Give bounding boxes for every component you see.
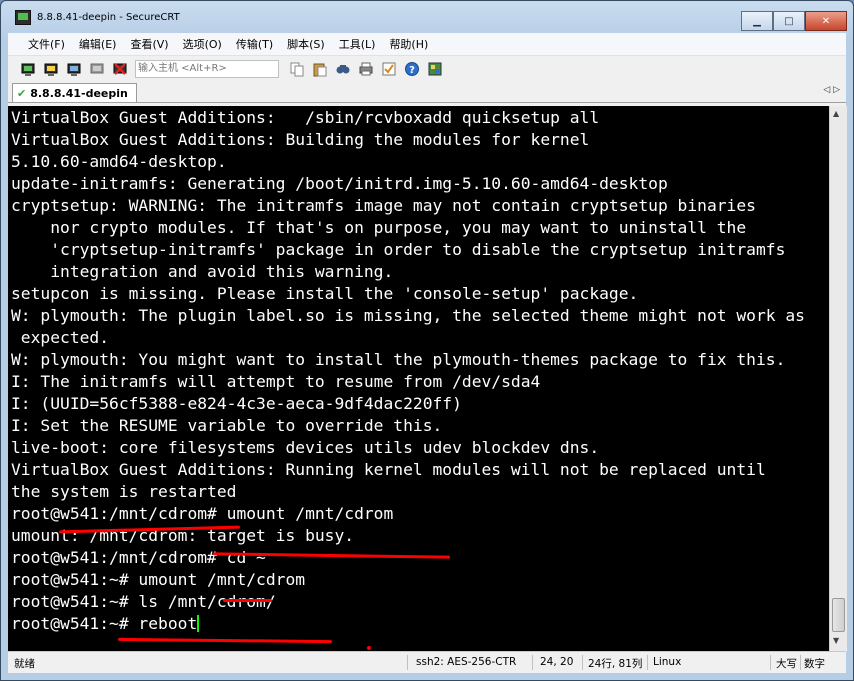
- terminal-line: nor crypto modules. If that's on purpose…: [11, 218, 747, 237]
- scroll-down-arrow-icon[interactable]: ▼: [833, 636, 839, 645]
- window-title: 8.8.8.41-deepin - SecureCRT: [37, 11, 180, 23]
- securecrt-window: 8.8.8.41-deepin - SecureCRT ▁ □ ✕ 文件(F) …: [0, 0, 854, 681]
- terminal-line: live-boot: core filesystems devices util…: [11, 438, 600, 457]
- terminal-line: root@w541:~# reboot: [11, 613, 805, 635]
- toolbar: 输入主机 <Alt+R> ?: [8, 55, 846, 82]
- terminal-cursor: [197, 615, 200, 632]
- terminal-line: root@w541:~# umount /mnt/cdrom: [11, 570, 306, 589]
- session-tab[interactable]: ✔ 8.8.8.41-deepin: [12, 83, 137, 102]
- minimize-button[interactable]: ▁: [741, 11, 773, 31]
- annotation-underline: [117, 637, 333, 644]
- terminal-line: I: The initramfs will attempt to resume …: [11, 372, 541, 391]
- options-icon[interactable]: [381, 61, 397, 77]
- terminal-line: W: plymouth: The plugin label.so is miss…: [11, 306, 805, 325]
- securecrt-app-icon: [15, 9, 31, 25]
- status-terminal-size: 24行, 81列: [588, 658, 643, 670]
- status-divider: [770, 655, 771, 670]
- client-area: 文件(F) 编辑(E) 查看(V) 选项(O) 传输(T) 脚本(S) 工具(L…: [8, 33, 847, 673]
- menu-view[interactable]: 查看(V): [130, 36, 168, 52]
- svg-text:?: ?: [409, 65, 415, 76]
- terminal-line: I: (UUID=56cf5388-e824-4c3e-aeca-9df4dac…: [11, 394, 462, 413]
- close-button[interactable]: ✕: [805, 11, 847, 31]
- terminal-view[interactable]: VirtualBox Guest Additions: /sbin/rcvbox…: [8, 106, 829, 652]
- terminal-line: update-initramfs: Generating /boot/initr…: [11, 174, 668, 193]
- menu-help[interactable]: 帮助(H): [389, 36, 428, 52]
- terminal-scrollbar[interactable]: ▲ ▼: [829, 106, 847, 652]
- status-caps-lock: 大写: [776, 658, 797, 670]
- menu-transfer[interactable]: 传输(T): [236, 36, 273, 52]
- menu-edit[interactable]: 编辑(E): [79, 36, 117, 52]
- status-divider: [647, 655, 648, 670]
- status-divider: [532, 655, 533, 670]
- paste-icon[interactable]: [312, 61, 328, 77]
- session-tab-bar: ✔ 8.8.8.41-deepin ◁ ▷: [8, 82, 846, 103]
- status-bar: 就绪 ssh2: AES-256-CTR 24, 20 24行, 81列 Lin…: [8, 651, 846, 673]
- terminal-line: VirtualBox Guest Additions: Building the…: [11, 130, 590, 149]
- terminal-line: root@w541:/mnt/cdrom# umount /mnt/cdrom: [11, 504, 394, 523]
- menu-options[interactable]: 选项(O): [183, 36, 222, 52]
- tab-scroll-arrows[interactable]: ◁ ▷: [823, 85, 840, 95]
- terminal-line: expected.: [11, 328, 110, 347]
- terminal-prompt-line: root@w541:~# reboot: [11, 614, 198, 633]
- status-divider: [407, 655, 408, 670]
- terminal-line: I: Set the RESUME variable to override t…: [11, 416, 443, 435]
- scroll-up-arrow-icon[interactable]: ▲: [833, 109, 839, 118]
- status-cursor-position: 24, 20: [540, 656, 574, 668]
- disconnect-icon[interactable]: [89, 61, 105, 77]
- terminal-line: VirtualBox Guest Additions: /sbin/rcvbox…: [11, 108, 600, 127]
- menu-script[interactable]: 脚本(S): [287, 36, 325, 52]
- help-icon[interactable]: ?: [404, 61, 420, 77]
- maximize-button[interactable]: □: [773, 11, 805, 31]
- copy-icon[interactable]: [289, 61, 305, 77]
- quick-connect-icon[interactable]: [43, 61, 59, 77]
- terminal-line: integration and avoid this warning.: [11, 262, 394, 281]
- terminal-line: the system is restarted: [11, 482, 237, 501]
- menu-file[interactable]: 文件(F): [28, 36, 65, 52]
- terminal-line: 'cryptsetup-initramfs' package in order …: [11, 240, 786, 259]
- connect-icon[interactable]: [20, 61, 36, 77]
- disconnect-all-icon[interactable]: [112, 61, 128, 77]
- status-num-lock: 数字: [804, 658, 825, 670]
- reconnect-icon[interactable]: [66, 61, 82, 77]
- find-icon[interactable]: [335, 61, 351, 77]
- title-bar[interactable]: 8.8.8.41-deepin - SecureCRT ▁ □ ✕: [1, 1, 853, 33]
- status-divider: [800, 655, 801, 670]
- status-divider: [582, 655, 583, 670]
- status-cipher: ssh2: AES-256-CTR: [416, 656, 517, 668]
- terminal-line: root@w541:~# ls /mnt/cdrom/: [11, 592, 276, 611]
- status-ready: 就绪: [14, 658, 35, 670]
- terminal-line: cryptsetup: WARNING: The initramfs image…: [11, 196, 756, 215]
- annotation-dot: [367, 646, 371, 650]
- terminal-line: VirtualBox Guest Additions: Running kern…: [11, 460, 766, 479]
- menu-bar: 文件(F) 编辑(E) 查看(V) 选项(O) 传输(T) 脚本(S) 工具(L…: [8, 33, 846, 55]
- map-icon[interactable]: [427, 61, 443, 77]
- terminal-line: 5.10.60-amd64-desktop.: [11, 152, 227, 171]
- terminal-line: setupcon is missing. Please install the …: [11, 284, 639, 303]
- scrollbar-thumb[interactable]: [832, 598, 845, 632]
- session-tab-label: 8.8.8.41-deepin: [30, 86, 128, 100]
- status-os: Linux: [653, 656, 682, 668]
- connected-check-icon: ✔: [17, 86, 27, 100]
- terminal-line: W: plymouth: You might want to install t…: [11, 350, 786, 369]
- annotation-underline: [223, 599, 272, 602]
- menu-tools[interactable]: 工具(L): [339, 36, 376, 52]
- host-input[interactable]: 输入主机 <Alt+R>: [135, 60, 279, 78]
- print-icon[interactable]: [358, 61, 374, 77]
